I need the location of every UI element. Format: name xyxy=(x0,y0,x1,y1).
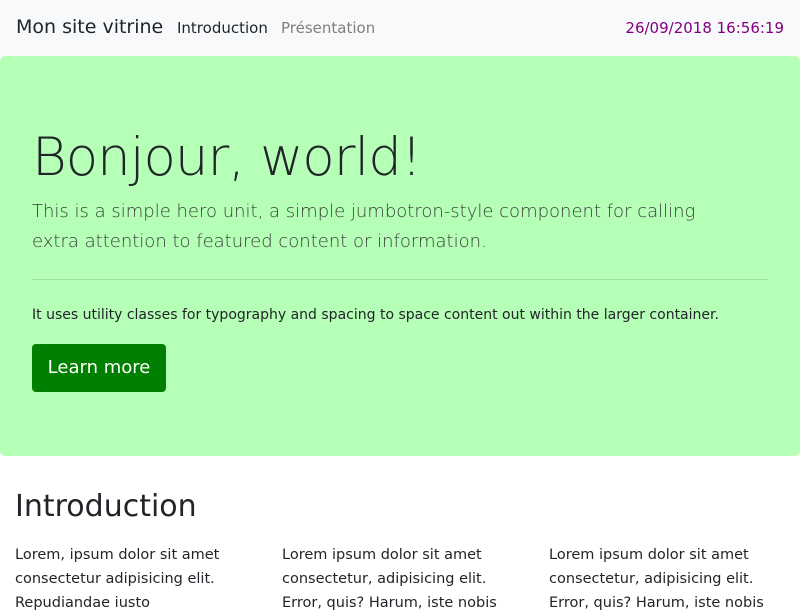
hero-divider xyxy=(32,279,768,280)
hero-title: Bonjour, world! xyxy=(32,127,422,188)
nav-link-introduction[interactable]: Introduction xyxy=(177,19,268,37)
hero-jumbotron: Bonjour, world! This is a simple hero un… xyxy=(0,56,800,456)
intro-section-title: Introduction xyxy=(15,489,197,524)
intro-column-1: Lorem, ipsum dolor sit amet consectetur … xyxy=(15,547,220,611)
hero-body-text: It uses utility classes for typography a… xyxy=(32,307,719,323)
learn-more-button[interactable]: Learn more xyxy=(32,344,166,392)
intro-column-3: Lorem ipsum dolor sit amet consectetur, … xyxy=(549,547,764,611)
navbar: Mon site vitrine Introduction Présentati… xyxy=(0,0,800,56)
datetime-display: 26/09/2018 16:56:19 xyxy=(625,19,784,37)
intro-column-2: Lorem ipsum dolor sit amet consectetur, … xyxy=(282,547,497,611)
brand-link[interactable]: Mon site vitrine xyxy=(16,16,163,38)
hero-lead: This is a simple hero unit, a simple jum… xyxy=(32,201,696,252)
nav-link-presentation[interactable]: Présentation xyxy=(281,19,375,37)
